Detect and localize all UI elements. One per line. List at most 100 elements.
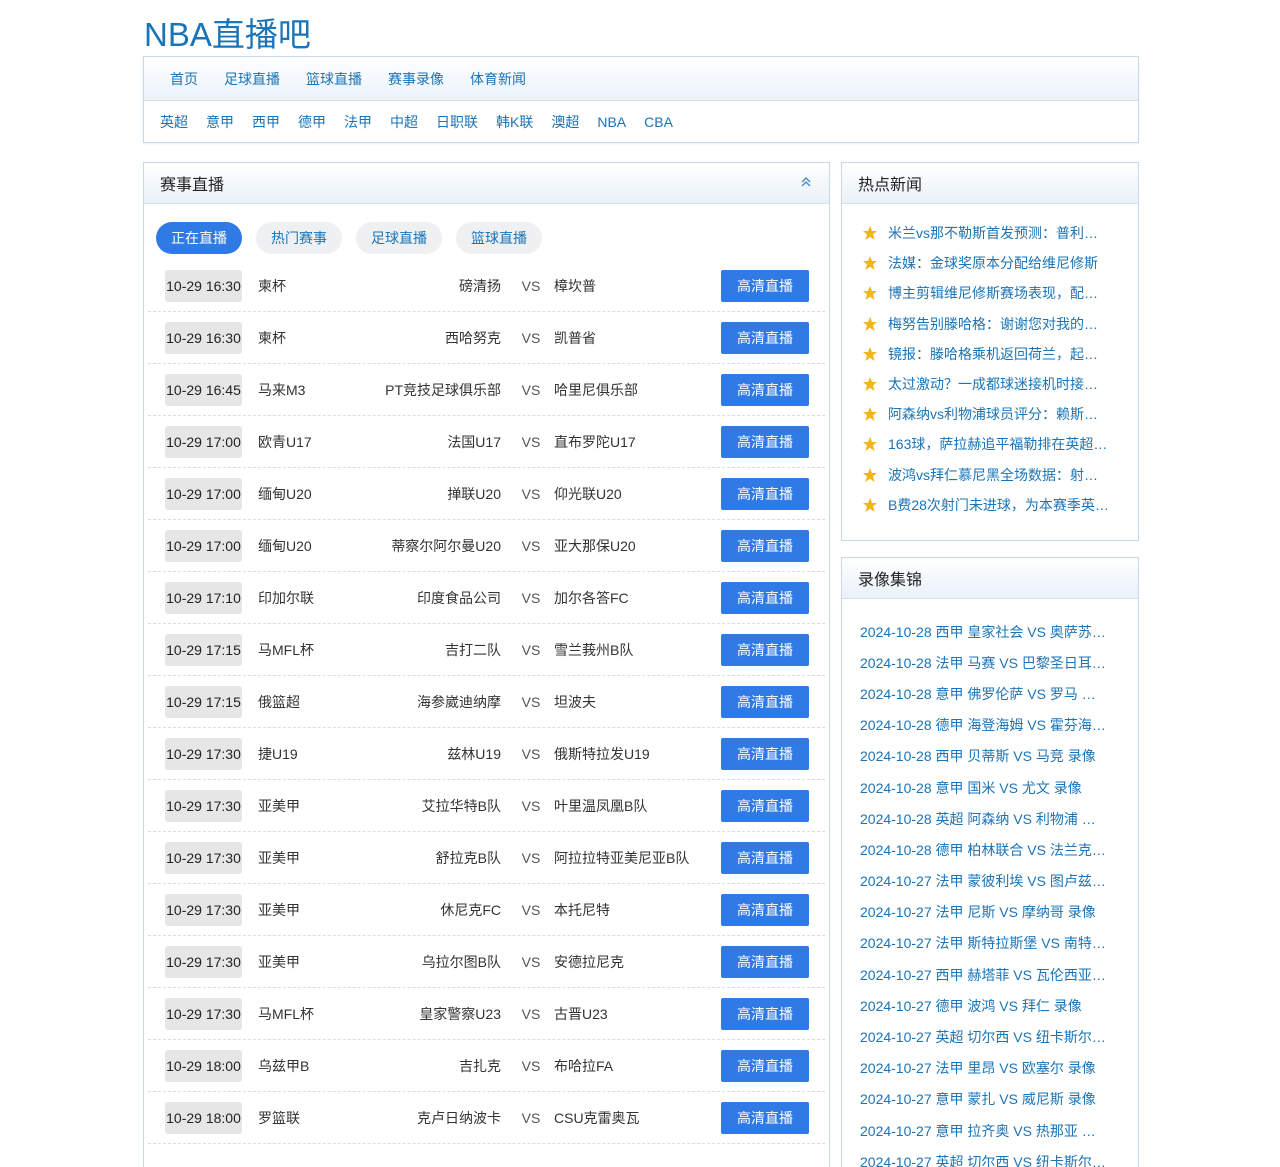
- match-league[interactable]: 缅甸U20: [258, 536, 378, 556]
- hd-live-button[interactable]: 高清直播: [721, 685, 809, 718]
- video-link[interactable]: 2024-10-27 意甲 拉齐奥 VS 热那亚 录像: [860, 1121, 1106, 1141]
- league-link[interactable]: 韩K联: [496, 112, 533, 132]
- tab-4[interactable]: 篮球直播: [456, 221, 542, 254]
- video-link[interactable]: 2024-10-27 法甲 斯特拉斯堡 VS 南特 录像: [860, 933, 1106, 953]
- video-link[interactable]: 2024-10-27 西甲 赫塔菲 VS 瓦伦西亚 录像: [860, 965, 1106, 985]
- match-league[interactable]: 乌兹甲B: [258, 1056, 378, 1076]
- news-item[interactable]: 163球，萨拉赫追平福勒排在英超射手榜: [862, 429, 1138, 459]
- match-league[interactable]: 印加尔联: [258, 588, 378, 608]
- tab-2[interactable]: 热门赛事: [256, 221, 342, 254]
- video-link[interactable]: 2024-10-27 法甲 尼斯 VS 摩纳哥 录像: [860, 902, 1106, 922]
- video-item[interactable]: 2024-10-28 英超 阿森纳 VS 利物浦 录像: [860, 803, 1138, 834]
- video-link[interactable]: 2024-10-28 英超 阿森纳 VS 利物浦 录像: [860, 809, 1106, 829]
- hd-live-button[interactable]: 高清直播: [721, 477, 809, 510]
- match-league[interactable]: 亚美甲: [258, 952, 378, 972]
- video-link[interactable]: 2024-10-27 法甲 蒙彼利埃 VS 图卢兹 录像: [860, 871, 1106, 891]
- news-link[interactable]: 163球，萨拉赫追平福勒排在英超射手榜: [888, 434, 1110, 454]
- news-item[interactable]: 米兰vs那不勒斯首发预测：普利希奇领衔: [862, 218, 1138, 248]
- nav-link[interactable]: 体育新闻: [470, 69, 526, 89]
- tab-1[interactable]: 正在直播: [156, 221, 242, 254]
- video-item[interactable]: 2024-10-28 德甲 柏林联合 VS 法兰克福 录像: [860, 834, 1138, 865]
- hd-live-button[interactable]: 高清直播: [721, 425, 809, 458]
- league-link[interactable]: 中超: [390, 112, 418, 132]
- video-item[interactable]: 2024-10-28 意甲 佛罗伦萨 VS 罗马 录像: [860, 678, 1138, 709]
- nav-link[interactable]: 篮球直播: [306, 69, 362, 89]
- news-item[interactable]: 法媒：金球奖原本分配给维尼修斯: [862, 248, 1138, 278]
- video-link[interactable]: 2024-10-28 意甲 佛罗伦萨 VS 罗马 录像: [860, 684, 1106, 704]
- hd-live-button[interactable]: 高清直播: [721, 269, 809, 302]
- news-item[interactable]: B费28次射门未进球，为本赛季英超之最: [862, 490, 1138, 520]
- news-item[interactable]: 镜报：滕哈格乘机返回荷兰，起飞前往阿姆斯特丹: [862, 339, 1138, 369]
- video-item[interactable]: 2024-10-27 法甲 蒙彼利埃 VS 图卢兹 录像: [860, 866, 1138, 897]
- video-item[interactable]: 2024-10-28 意甲 国米 VS 尤文 录像: [860, 772, 1138, 803]
- video-link[interactable]: 2024-10-27 英超 切尔西 VS 纽卡斯尔 录像: [860, 1152, 1106, 1167]
- news-item[interactable]: 阿森纳vs利物浦球员评分：赖斯表现出色: [862, 399, 1138, 429]
- news-link[interactable]: 太过激动？一成都球迷接机时接受采访: [888, 374, 1110, 394]
- site-logo[interactable]: NBA直播吧: [144, 8, 311, 56]
- video-item[interactable]: 2024-10-28 西甲 贝蒂斯 VS 马竞 录像: [860, 741, 1138, 772]
- league-link[interactable]: 日职联: [436, 112, 478, 132]
- league-link[interactable]: CBA: [644, 114, 673, 130]
- video-link[interactable]: 2024-10-28 西甲 皇家社会 VS 奥萨苏纳 录像: [860, 622, 1106, 642]
- match-league[interactable]: 马来M3: [258, 380, 378, 400]
- news-link[interactable]: 梅努告别滕哈格：谢谢您对我的信任: [888, 314, 1110, 334]
- hd-live-button[interactable]: 高清直播: [721, 1101, 809, 1134]
- league-link[interactable]: 德甲: [298, 112, 326, 132]
- news-link[interactable]: B费28次射门未进球，为本赛季英超之最: [888, 495, 1110, 515]
- match-league[interactable]: 柬杯: [258, 276, 378, 296]
- hd-live-button[interactable]: 高清直播: [721, 633, 809, 666]
- video-link[interactable]: 2024-10-27 法甲 里昂 VS 欧塞尔 录像: [860, 1058, 1106, 1078]
- video-item[interactable]: 2024-10-28 西甲 皇家社会 VS 奥萨苏纳 录像: [860, 616, 1138, 647]
- news-link[interactable]: 镜报：滕哈格乘机返回荷兰，起飞前往阿姆斯特丹: [888, 344, 1110, 364]
- match-league[interactable]: 亚美甲: [258, 796, 378, 816]
- video-item[interactable]: 2024-10-27 意甲 拉齐奥 VS 热那亚 录像: [860, 1115, 1138, 1146]
- video-item[interactable]: 2024-10-28 法甲 马赛 VS 巴黎圣日耳曼 录像: [860, 647, 1138, 678]
- news-link[interactable]: 博主剪辑维尼修斯赛场表现，配文引热议: [888, 283, 1110, 303]
- video-item[interactable]: 2024-10-27 英超 切尔西 VS 纽卡斯尔 录像: [860, 1021, 1138, 1052]
- video-link[interactable]: 2024-10-28 法甲 马赛 VS 巴黎圣日耳曼 录像: [860, 653, 1106, 673]
- video-item[interactable]: 2024-10-27 法甲 里昂 VS 欧塞尔 录像: [860, 1053, 1138, 1084]
- news-item[interactable]: 太过激动？一成都球迷接机时接受采访: [862, 369, 1138, 399]
- video-link[interactable]: 2024-10-27 英超 切尔西 VS 纽卡斯尔 录像: [860, 1027, 1106, 1047]
- match-league[interactable]: 亚美甲: [258, 900, 378, 920]
- news-link[interactable]: 法媒：金球奖原本分配给维尼修斯: [888, 253, 1110, 273]
- league-link[interactable]: 西甲: [252, 112, 280, 132]
- league-link[interactable]: 英超: [160, 112, 188, 132]
- video-link[interactable]: 2024-10-28 西甲 贝蒂斯 VS 马竞 录像: [860, 746, 1106, 766]
- nav-link[interactable]: 赛事录像: [388, 69, 444, 89]
- video-item[interactable]: 2024-10-28 德甲 海登海姆 VS 霍芬海姆 录像: [860, 710, 1138, 741]
- match-league[interactable]: 马MFL杯: [258, 1004, 378, 1024]
- hd-live-button[interactable]: 高清直播: [721, 1049, 809, 1082]
- hd-live-button[interactable]: 高清直播: [721, 841, 809, 874]
- news-link[interactable]: 米兰vs那不勒斯首发预测：普利希奇领衔: [888, 223, 1110, 243]
- league-link[interactable]: 澳超: [551, 112, 579, 132]
- news-link[interactable]: 波鸿vs拜仁慕尼黑全场数据：射门比: [888, 465, 1110, 485]
- video-link[interactable]: 2024-10-27 德甲 波鸿 VS 拜仁 录像: [860, 996, 1106, 1016]
- video-item[interactable]: 2024-10-27 法甲 斯特拉斯堡 VS 南特 录像: [860, 928, 1138, 959]
- hd-live-button[interactable]: 高清直播: [721, 893, 809, 926]
- collapse-up-icon[interactable]: [799, 176, 813, 190]
- video-item[interactable]: 2024-10-27 西甲 赫塔菲 VS 瓦伦西亚 录像: [860, 959, 1138, 990]
- match-league[interactable]: 马MFL杯: [258, 640, 378, 660]
- nav-link[interactable]: 首页: [170, 69, 198, 89]
- video-link[interactable]: 2024-10-27 意甲 蒙扎 VS 威尼斯 录像: [860, 1089, 1106, 1109]
- league-link[interactable]: 法甲: [344, 112, 372, 132]
- match-league[interactable]: 捷U19: [258, 744, 378, 764]
- league-link[interactable]: NBA: [597, 114, 626, 130]
- video-link[interactable]: 2024-10-28 意甲 国米 VS 尤文 录像: [860, 778, 1106, 798]
- video-item[interactable]: 2024-10-27 英超 切尔西 VS 纽卡斯尔 录像: [860, 1146, 1138, 1167]
- match-league[interactable]: 亚美甲: [258, 848, 378, 868]
- hd-live-button[interactable]: 高清直播: [721, 737, 809, 770]
- hd-live-button[interactable]: 高清直播: [721, 789, 809, 822]
- league-link[interactable]: 意甲: [206, 112, 234, 132]
- video-item[interactable]: 2024-10-27 德甲 波鸿 VS 拜仁 录像: [860, 990, 1138, 1021]
- hd-live-button[interactable]: 高清直播: [721, 997, 809, 1030]
- match-league[interactable]: 罗篮联: [258, 1108, 378, 1128]
- hd-live-button[interactable]: 高清直播: [721, 321, 809, 354]
- tab-3[interactable]: 足球直播: [356, 221, 442, 254]
- hd-live-button[interactable]: 高清直播: [721, 945, 809, 978]
- match-league[interactable]: 俄篮超: [258, 692, 378, 712]
- video-item[interactable]: 2024-10-27 法甲 尼斯 VS 摩纳哥 录像: [860, 897, 1138, 928]
- match-league[interactable]: 缅甸U20: [258, 484, 378, 504]
- news-item[interactable]: 波鸿vs拜仁慕尼黑全场数据：射门比: [862, 460, 1138, 490]
